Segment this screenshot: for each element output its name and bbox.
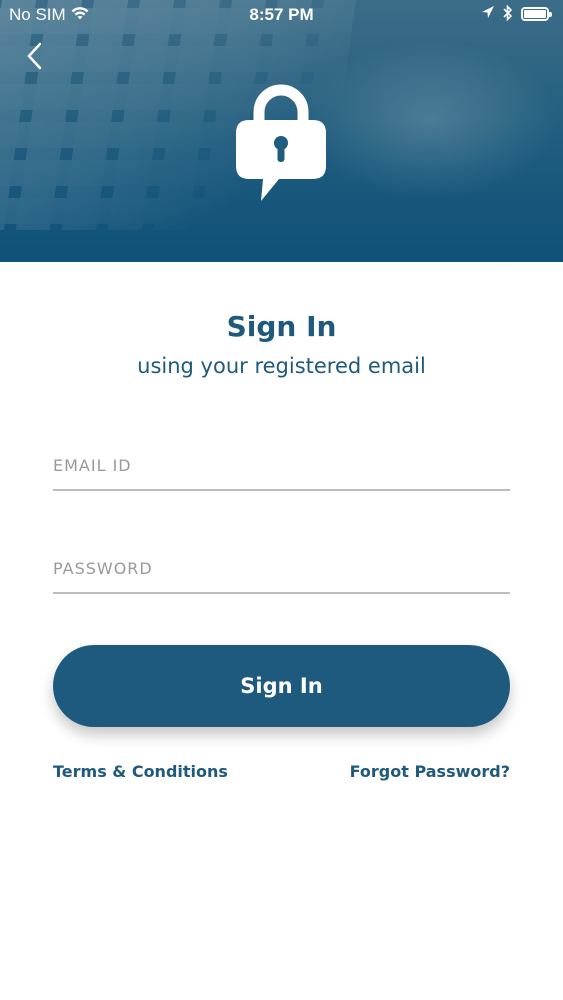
bluetooth-icon — [502, 4, 514, 29]
page-title: Sign In — [226, 310, 337, 343]
forgot-password-link[interactable]: Forgot Password? — [350, 762, 510, 781]
status-time: 8:57 PM — [249, 5, 314, 24]
battery-icon — [521, 7, 552, 21]
hero-glow — [300, 40, 560, 200]
status-bar: No SIM 8:57 PM — [0, 0, 563, 30]
location-arrow-icon — [481, 5, 495, 26]
email-input[interactable] — [53, 443, 510, 487]
password-input[interactable] — [53, 546, 510, 590]
password-field — [53, 546, 510, 594]
header-hero: No SIM 8:57 PM — [0, 0, 563, 262]
lock-speech-bubble-icon — [233, 80, 329, 204]
terms-link[interactable]: Terms & Conditions — [53, 762, 228, 781]
email-field — [53, 443, 510, 491]
sign-in-button[interactable]: Sign In — [53, 645, 510, 727]
back-button[interactable] — [22, 40, 50, 72]
chevron-left-icon — [27, 42, 42, 70]
page-subtitle: using your registered email — [137, 354, 426, 378]
